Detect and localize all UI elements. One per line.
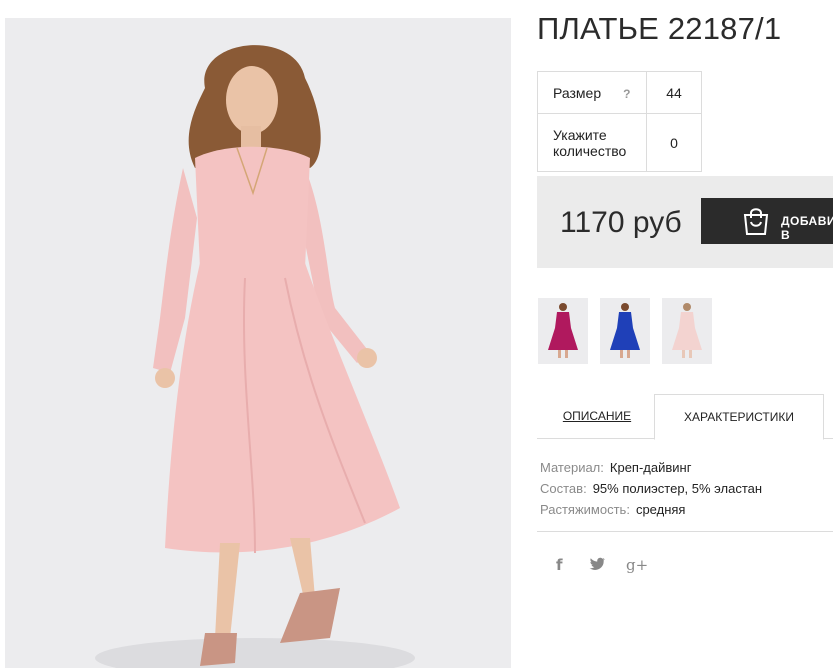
characteristic-row: Материал: Креп-дайвинг [540,457,762,478]
woman-in-pink-dress-photo [95,45,415,668]
characteristic-key: Состав: [540,481,587,496]
quantity-row: Укажите количество 0 [537,113,702,172]
tab-description[interactable]: ОПИСАНИЕ [537,394,657,438]
characteristic-key: Материал: [540,460,604,475]
characteristics-list: Материал: Креп-дайвинг Состав: 95% полиэст… [540,457,762,520]
google-plus-share-icon[interactable]: g+ [626,556,648,574]
variant-thumb-magenta[interactable] [538,298,588,364]
quantity-label-cell: Укажите количество [537,113,647,172]
twitter-bird-icon [589,557,605,570]
product-photo[interactable] [5,18,511,668]
characteristic-row: Растяжимость: средняя [540,499,762,520]
google-plus-label: g+ [626,556,649,574]
quantity-label-line2: количество [553,142,627,159]
twitter-share-icon[interactable] [589,557,605,575]
quantity-input[interactable]: 0 [646,113,702,172]
blue-dress-thumbnail [610,303,640,358]
facebook-share-icon[interactable]: f [556,556,563,574]
size-label: Размер [553,84,602,101]
add-to-cart-label: ДОБАВИТЬ В КОРЗИНУ [781,214,833,244]
price-value: 1170 руб [560,206,682,239]
magenta-dress-thumbnail [548,303,578,358]
price-box: 1170 руб ДОБАВИТЬ В КОРЗИНУ [537,176,833,268]
size-label-cell: Размер? [537,71,647,114]
characteristic-value: средняя [635,502,686,517]
size-help-icon[interactable]: ? [623,87,630,101]
shopping-bag-icon [743,208,769,235]
product-title: ПЛАТЬЕ 22187/1 [537,11,782,46]
quantity-label-line1: Укажите [553,126,607,143]
characteristic-value: 95% полиэстер, 5% эластан [592,481,763,496]
section-divider [537,531,833,532]
product-options-table: Размер? 44 Укажите количество 0 [537,71,702,172]
size-value[interactable]: 44 [646,71,702,114]
pink-dress-thumbnail [672,303,702,358]
add-to-cart-button[interactable]: ДОБАВИТЬ В КОРЗИНУ [701,198,833,244]
size-row: Размер? 44 [537,71,702,114]
characteristic-row: Состав: 95% полиэстер, 5% эластан [540,478,762,499]
variant-thumb-blue[interactable] [600,298,650,364]
tab-characteristics[interactable]: ХАРАКТЕРИСТИКИ [654,394,824,440]
characteristic-key: Растяжимость: [540,502,630,517]
characteristic-value: Креп-дайвинг [609,460,692,475]
variant-thumb-pink[interactable] [662,298,712,364]
